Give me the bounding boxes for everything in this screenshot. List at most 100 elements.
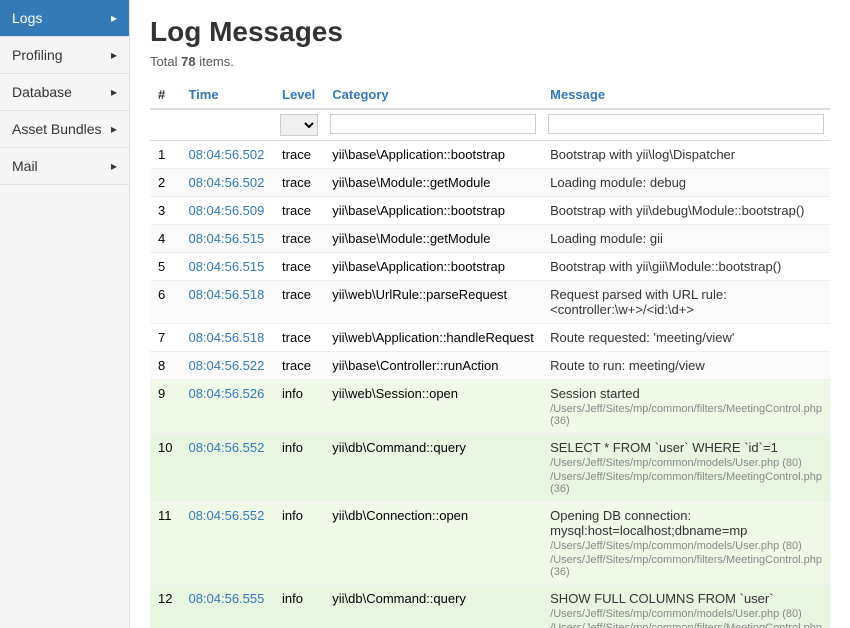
message-sub: /Users/Jeff/Sites/mp/common/models/User.… [550,540,822,552]
cell-message: Request parsed with URL rule: <controlle… [542,281,830,324]
sidebar-item-profiling[interactable]: Profiling ▸ [0,37,129,74]
filter-category-cell [324,109,542,141]
cell-message: Loading module: debug [542,169,830,197]
message-main: Route requested: 'meeting/view' [550,330,734,345]
cell-category: yii\base\Module::getModule [324,225,542,253]
sidebar-item-database[interactable]: Database ▸ [0,74,129,111]
message-main: Bootstrap with yii\gii\Module::bootstrap… [550,259,781,274]
message-filter-input[interactable] [548,114,824,134]
cell-time: 08:04:56.552 [180,502,274,585]
cell-category: yii\web\UrlRule::parseRequest [324,281,542,324]
cell-level: info [274,380,324,434]
cell-message: Bootstrap with yii\gii\Module::bootstrap… [542,253,830,281]
table-row: 908:04:56.526infoyii\web\Session::openSe… [150,380,830,434]
cell-num: 3 [150,197,180,225]
cell-category: yii\db\Command::query [324,585,542,628]
cell-category: yii\web\Application::handleRequest [324,324,542,352]
table-row: 1008:04:56.552infoyii\db\Command::queryS… [150,434,830,502]
cell-category: yii\base\Application::bootstrap [324,197,542,225]
cell-category: yii\db\Command::query [324,434,542,502]
table-row: 308:04:56.509traceyii\base\Application::… [150,197,830,225]
cell-message: Opening DB connection: mysql:host=localh… [542,502,830,585]
filter-message-cell [542,109,830,141]
sidebar: Logs ▸ Profiling ▸ Database ▸ Asset Bund… [0,0,130,628]
filter-level-cell: trace info warning error [274,109,324,141]
message-sub: /Users/Jeff/Sites/mp/common/filters/Meet… [550,554,822,578]
cell-level: trace [274,281,324,324]
cell-message: SELECT * FROM `user` WHERE `id`=1/Users/… [542,434,830,502]
cell-num: 4 [150,225,180,253]
cell-num: 6 [150,281,180,324]
filter-time-cell [180,109,274,141]
cell-message: Session started/Users/Jeff/Sites/mp/comm… [542,380,830,434]
cell-level: trace [274,324,324,352]
chevron-right-icon: ▸ [111,122,117,136]
cell-message: Bootstrap with yii\debug\Module::bootstr… [542,197,830,225]
cell-num: 11 [150,502,180,585]
sidebar-item-profiling-label: Profiling [12,47,63,63]
table-row: 108:04:56.502traceyii\base\Application::… [150,141,830,169]
cell-time: 08:04:56.515 [180,253,274,281]
total-label: Total [150,54,177,69]
table-row: 808:04:56.522traceyii\base\Controller::r… [150,352,830,380]
col-header-category: Category [324,81,542,109]
cell-time: 08:04:56.515 [180,225,274,253]
cell-num: 9 [150,380,180,434]
category-filter-input[interactable] [330,114,536,134]
cell-message: Route requested: 'meeting/view' [542,324,830,352]
message-sub: /Users/Jeff/Sites/mp/common/models/User.… [550,608,822,620]
total-count: 78 [181,54,195,69]
sidebar-item-mail-label: Mail [12,158,38,174]
col-header-message: Message [542,81,830,109]
table-row: 608:04:56.518traceyii\web\UrlRule::parse… [150,281,830,324]
cell-category: yii\base\Controller::runAction [324,352,542,380]
cell-level: trace [274,225,324,253]
message-sub: /Users/Jeff/Sites/mp/common/filters/Meet… [550,403,822,427]
cell-level: info [274,502,324,585]
message-main: Route to run: meeting/view [550,358,705,373]
message-sub: /Users/Jeff/Sites/mp/common/models/User.… [550,457,822,469]
level-filter-select[interactable]: trace info warning error [280,114,318,136]
sidebar-item-asset-bundles-label: Asset Bundles [12,121,102,137]
cell-category: yii\db\Connection::open [324,502,542,585]
table-row: 1208:04:56.555infoyii\db\Command::queryS… [150,585,830,628]
total-suffix: items. [199,54,234,69]
cell-num: 8 [150,352,180,380]
chevron-right-icon: ▸ [111,48,117,62]
chevron-right-icon: ▸ [111,159,117,173]
table-row: 508:04:56.515traceyii\base\Application::… [150,253,830,281]
page-title: Log Messages [150,16,830,48]
cell-time: 08:04:56.518 [180,281,274,324]
cell-level: trace [274,352,324,380]
cell-category: yii\base\Application::bootstrap [324,253,542,281]
cell-message: Route to run: meeting/view [542,352,830,380]
sidebar-item-logs[interactable]: Logs ▸ [0,0,129,37]
cell-time: 08:04:56.502 [180,141,274,169]
cell-num: 7 [150,324,180,352]
sidebar-item-asset-bundles[interactable]: Asset Bundles ▸ [0,111,129,148]
message-main: Bootstrap with yii\debug\Module::bootstr… [550,203,804,218]
col-header-num: # [150,81,180,109]
cell-message: Loading module: gii [542,225,830,253]
cell-time: 08:04:56.555 [180,585,274,628]
cell-time: 08:04:56.509 [180,197,274,225]
message-main: Bootstrap with yii\log\Dispatcher [550,147,735,162]
chevron-right-icon: ▸ [111,85,117,99]
sidebar-item-logs-label: Logs [12,10,42,26]
col-header-time: Time [180,81,274,109]
cell-category: yii\base\Application::bootstrap [324,141,542,169]
table-row: 1108:04:56.552infoyii\db\Connection::ope… [150,502,830,585]
cell-num: 5 [150,253,180,281]
message-main: Loading module: debug [550,175,686,190]
log-table: # Time Level Category Message trace info… [150,81,830,628]
message-sub: /Users/Jeff/Sites/mp/common/filters/Meet… [550,471,822,495]
sidebar-item-mail[interactable]: Mail ▸ [0,148,129,185]
cell-num: 12 [150,585,180,628]
message-main: Request parsed with URL rule: <controlle… [550,287,727,317]
cell-level: info [274,434,324,502]
cell-level: trace [274,197,324,225]
cell-time: 08:04:56.522 [180,352,274,380]
table-header-row: # Time Level Category Message [150,81,830,109]
message-main: SELECT * FROM `user` WHERE `id`=1 [550,440,778,455]
message-main: Loading module: gii [550,231,663,246]
